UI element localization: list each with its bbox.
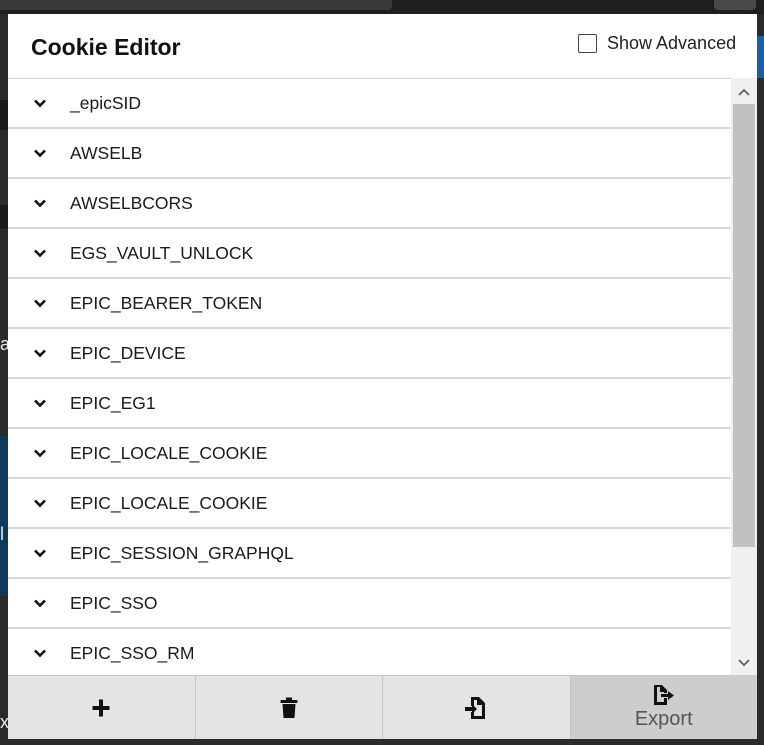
cookie-row[interactable]: _epicSID (8, 79, 731, 129)
background-text: a (0, 334, 8, 354)
show-advanced-label: Show Advanced (607, 32, 737, 53)
cookie-name: EPIC_SSO (70, 592, 158, 613)
import-icon (465, 696, 486, 719)
chevron-down-icon (34, 299, 46, 307)
expand-chevron[interactable] (8, 599, 70, 608)
background-page-fragment (0, 436, 8, 596)
expand-chevron[interactable] (8, 199, 70, 208)
export-label: Export (634, 708, 693, 730)
cookie-name: EPIC_LOCALE_COOKIE (70, 492, 268, 513)
cookie-name: EPIC_SSO_RM (70, 642, 195, 663)
add-cookie-button[interactable] (8, 676, 196, 739)
expand-chevron[interactable] (8, 499, 70, 508)
chevron-down-icon (34, 349, 46, 357)
chevron-down-icon (34, 399, 46, 407)
background-text: x (0, 712, 8, 732)
plus-icon (92, 699, 110, 716)
background-text: l (0, 524, 4, 544)
chevron-down-icon (34, 199, 46, 207)
expand-chevron[interactable] (8, 649, 70, 658)
scroll-thumb[interactable] (733, 104, 755, 547)
chevron-down-icon (738, 659, 750, 667)
export-icon (653, 685, 674, 705)
chevron-down-icon (34, 99, 46, 107)
cookie-row[interactable]: AWSELB (8, 129, 731, 179)
cookie-name: AWSELBCORS (70, 192, 193, 213)
expand-chevron[interactable] (8, 99, 70, 108)
chevron-down-icon (34, 549, 46, 557)
background-page-fragment (756, 36, 764, 78)
cookie-name: EPIC_EG1 (70, 392, 156, 413)
expand-chevron[interactable] (8, 349, 70, 358)
expand-chevron[interactable] (8, 299, 70, 308)
cookie-row[interactable]: EPIC_LOCALE_COOKIE (8, 429, 731, 479)
cookie-name: AWSELB (70, 142, 143, 163)
delete-all-button[interactable] (195, 676, 383, 739)
cookie-row[interactable]: EPIC_LOCALE_COOKIE (8, 479, 731, 529)
background-page-fragment (0, 100, 8, 130)
cookie-row[interactable]: EPIC_BEARER_TOKEN (8, 279, 731, 329)
popup-header: Cookie Editor Show Advanced (8, 14, 757, 78)
cookie-name: EPIC_BEARER_TOKEN (70, 292, 263, 313)
chevron-down-icon (34, 249, 46, 257)
chevron-up-icon (738, 88, 750, 96)
chevron-down-icon (34, 149, 46, 157)
cookie-name: _epicSID (70, 92, 142, 113)
action-bar: Export (8, 675, 757, 739)
cookie-row[interactable]: EGS_VAULT_UNLOCK (8, 229, 731, 279)
expand-chevron[interactable] (8, 549, 70, 558)
expand-chevron[interactable] (8, 449, 70, 458)
cookie-name: EGS_VAULT_UNLOCK (70, 242, 254, 263)
cookie-editor-popup: Cookie Editor Show Advanced _epicSID AWSE… (8, 13, 757, 739)
cookie-name: EPIC_SESSION_GRAPHQL (70, 542, 294, 563)
chevron-down-icon (34, 499, 46, 507)
scrollbar[interactable] (731, 78, 757, 675)
cookie-name: EPIC_DEVICE (70, 342, 186, 363)
expand-chevron[interactable] (8, 149, 70, 158)
scroll-down-button[interactable] (731, 651, 757, 675)
expand-chevron[interactable] (8, 399, 70, 408)
cookie-row[interactable]: EPIC_SSO (8, 579, 731, 629)
import-button[interactable] (383, 676, 571, 739)
cookie-name: EPIC_LOCALE_COOKIE (70, 442, 268, 463)
background-page-fragment (0, 205, 8, 229)
show-advanced-checkbox[interactable] (578, 33, 597, 53)
cookie-row[interactable]: EPIC_SESSION_GRAPHQL (8, 529, 731, 579)
cookie-row[interactable]: AWSELBCORS (8, 179, 731, 229)
trash-icon (280, 697, 298, 718)
cookie-row[interactable]: EPIC_EG1 (8, 379, 731, 429)
export-button[interactable]: Export (570, 676, 757, 739)
chevron-down-icon (34, 449, 46, 457)
expand-chevron[interactable] (8, 249, 70, 258)
scroll-up-button[interactable] (731, 80, 757, 104)
chevron-down-icon (34, 599, 46, 607)
cookie-row[interactable]: EPIC_SSO_RM (8, 629, 731, 675)
cookie-list: _epicSID AWSELB AWSELBCORS EGS_VAULT_UNLOCK… (8, 78, 731, 675)
cookie-row[interactable]: EPIC_DEVICE (8, 329, 731, 379)
popup-title: Cookie Editor (31, 34, 181, 60)
chevron-down-icon (34, 649, 46, 657)
browser-address-bar[interactable] (0, 0, 392, 10)
extension-toolbar-button[interactable] (714, 0, 756, 10)
show-advanced-toggle[interactable]: Show Advanced (578, 32, 736, 54)
